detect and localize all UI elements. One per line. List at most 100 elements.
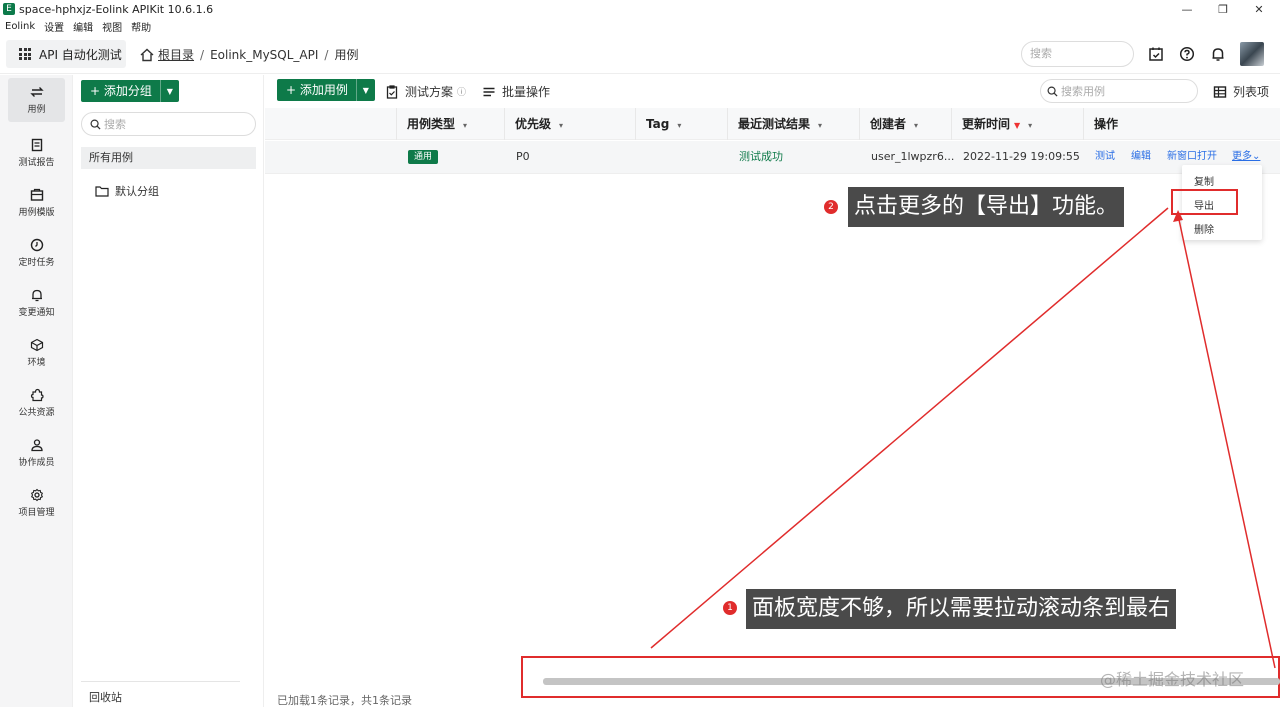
nav-item-change-notice[interactable]: 变更通知 <box>0 281 73 325</box>
nav-label: 用例 <box>27 105 46 115</box>
module-label: API 自动化测试 <box>39 47 122 62</box>
step-2-callout: 点击更多的【导出】功能。 <box>848 187 1125 227</box>
case-search-input[interactable]: 搜索用例 <box>1040 79 1198 103</box>
group-panel: + 添加分组 ▼ 搜索 所有用例 默认分组 回收站 <box>73 75 264 707</box>
menu-settings[interactable]: 设置 <box>44 19 64 34</box>
nav-item-reports[interactable]: 测试报告 <box>0 131 73 175</box>
minimize-button[interactable]: — <box>1172 0 1202 18</box>
add-case-button[interactable]: + 添加用例 ▼ <box>277 79 375 101</box>
columns-button[interactable]: 列表项 <box>1213 83 1269 100</box>
menu-bar: Eolink 设置 编辑 视图 帮助 <box>0 18 155 34</box>
menu-view[interactable]: 视图 <box>102 19 122 34</box>
sort-icon: ▾ <box>677 121 682 130</box>
sort-icon: ▾ <box>914 121 919 130</box>
test-link[interactable]: 测试 <box>1095 141 1115 173</box>
col-header-tag[interactable]: Tag ▾ <box>635 108 727 140</box>
window-title: space-hphxjz-Eolink APIKit 10.6.1.6 <box>19 2 214 16</box>
clipboard-check-icon <box>386 84 398 99</box>
batch-operation-button[interactable]: 批量操作 <box>482 83 550 100</box>
nav-item-project-settings[interactable]: 项目管理 <box>0 481 73 525</box>
cell-creator: user_1lwpzr6... <box>871 150 955 163</box>
annotation-highlight-export <box>1171 189 1238 215</box>
restore-button[interactable]: ❐ <box>1208 0 1238 18</box>
breadcrumb-separator: / <box>324 47 329 62</box>
edit-link[interactable]: 编辑 <box>1131 141 1151 173</box>
group-label: 默认分组 <box>115 185 159 198</box>
left-nav: 用例 测试报告 用例模版 定时任务 变更通知 环境 公共资源 协作成员 项目管理 <box>0 75 73 707</box>
puzzle-icon <box>30 388 44 402</box>
nav-item-cases[interactable]: 用例 <box>8 78 65 122</box>
search-placeholder: 搜索 <box>104 118 126 131</box>
search-placeholder: 搜索用例 <box>1061 85 1105 98</box>
col-header-updated[interactable]: 更新时间 ▼ ▾ <box>951 108 1083 140</box>
batch-label: 批量操作 <box>502 85 551 99</box>
nav-item-public-resources[interactable]: 公共资源 <box>0 381 73 425</box>
nav-item-templates[interactable]: 用例模版 <box>0 181 73 225</box>
app-logo-icon: E <box>3 3 15 15</box>
col-header-type[interactable]: 用例类型 ▾ <box>396 108 504 140</box>
breadcrumb-project[interactable]: Eolink_MySQL_API <box>210 48 318 62</box>
test-plan-label: 测试方案 <box>405 85 454 99</box>
test-plan-button[interactable]: 测试方案 ⓘ <box>385 83 466 100</box>
home-icon <box>140 48 154 61</box>
sort-icon: ▾ <box>818 121 823 130</box>
group-item-all[interactable]: 所有用例 <box>81 147 256 169</box>
col-header-creator[interactable]: 创建者 ▾ <box>859 108 951 140</box>
group-search-input[interactable]: 搜索 <box>81 112 256 136</box>
menu-eolink[interactable]: Eolink <box>5 21 35 32</box>
col-header-last-result[interactable]: 最近测试结果 ▾ <box>727 108 859 140</box>
menu-item-copy[interactable]: 复制 <box>1194 173 1214 188</box>
watermark: @稀土掘金技术社区 <box>1100 670 1245 689</box>
menu-help[interactable]: 帮助 <box>131 19 151 34</box>
divider <box>81 681 240 682</box>
table-columns-icon <box>1213 85 1227 98</box>
caret-down-icon[interactable]: ▼ <box>161 87 179 96</box>
group-item-default[interactable]: 默认分组 <box>95 183 159 199</box>
title-bar: E space-hphxjz-Eolink APIKit 10.6.1.6 <box>0 0 1280 18</box>
breadcrumb-current: 用例 <box>334 48 359 62</box>
caret-down-icon[interactable]: ▼ <box>357 86 375 95</box>
cell-result: 测试成功 <box>739 150 783 163</box>
gear-icon <box>30 488 43 502</box>
search-icon <box>90 119 101 130</box>
nav-item-environment[interactable]: 环境 <box>0 331 73 375</box>
close-button[interactable]: ✕ <box>1244 0 1274 18</box>
breadcrumb-separator: / <box>200 47 205 62</box>
global-search-input[interactable]: 搜索 <box>1021 41 1134 67</box>
menu-edit[interactable]: 编辑 <box>73 19 93 34</box>
nav-label: 定时任务 <box>18 258 55 268</box>
user-avatar[interactable] <box>1240 42 1264 66</box>
apps-grid-icon <box>19 48 31 60</box>
app-header: API 自动化测试 根目录 / Eolink_MySQL_API / 用例 搜索 <box>0 34 1280 74</box>
help-icon[interactable] <box>1179 46 1195 62</box>
recycle-bin-link[interactable]: 回收站 <box>89 689 122 705</box>
nav-item-scheduled-tasks[interactable]: 定时任务 <box>0 231 73 275</box>
columns-label: 列表项 <box>1233 85 1270 99</box>
info-icon: ⓘ <box>457 88 467 98</box>
sort-desc-icon: ▼ <box>1014 121 1021 130</box>
clock-icon <box>30 238 43 252</box>
menu-item-delete[interactable]: 删除 <box>1194 221 1214 236</box>
cell-updated: 2022-11-29 19:09:55 <box>963 150 1080 163</box>
nav-item-members[interactable]: 协作成员 <box>0 431 73 475</box>
add-group-button[interactable]: + 添加分组 ▼ <box>81 80 179 102</box>
col-header-priority[interactable]: 优先级 ▾ <box>504 108 635 140</box>
sort-icon: ▾ <box>463 121 468 130</box>
nav-label: 环境 <box>27 358 46 368</box>
case-toolbar: + 添加用例 ▼ 测试方案 ⓘ 批量操作 搜索用例 列表项 <box>265 75 1280 107</box>
table-header: 用例类型 ▾ 优先级 ▾ Tag ▾ 最近测试结果 ▾ 创建者 ▾ 更新时间 ▼ ▾ 操作 <box>265 108 1280 140</box>
nav-label: 变更通知 <box>18 308 55 318</box>
calendar-check-icon[interactable] <box>1148 46 1164 62</box>
nav-label: 协作成员 <box>18 458 55 468</box>
search-icon <box>1047 86 1058 97</box>
add-case-label: + 添加用例 <box>277 79 357 101</box>
step-1-badge: 1 <box>723 601 737 615</box>
nav-label: 公共资源 <box>18 408 55 418</box>
notification-bell-icon[interactable] <box>1210 46 1226 62</box>
table-row[interactable]: 通用 P0 测试成功 user_1lwpzr6... 2022-11-29 19… <box>265 141 1280 174</box>
nav-label: 测试报告 <box>18 158 55 168</box>
sort-icon: ▾ <box>559 121 564 130</box>
breadcrumb-root[interactable]: 根目录 <box>158 46 194 63</box>
col-header-actions: 操作 <box>1083 108 1280 140</box>
module-switch-button[interactable]: API 自动化测试 <box>6 40 126 68</box>
